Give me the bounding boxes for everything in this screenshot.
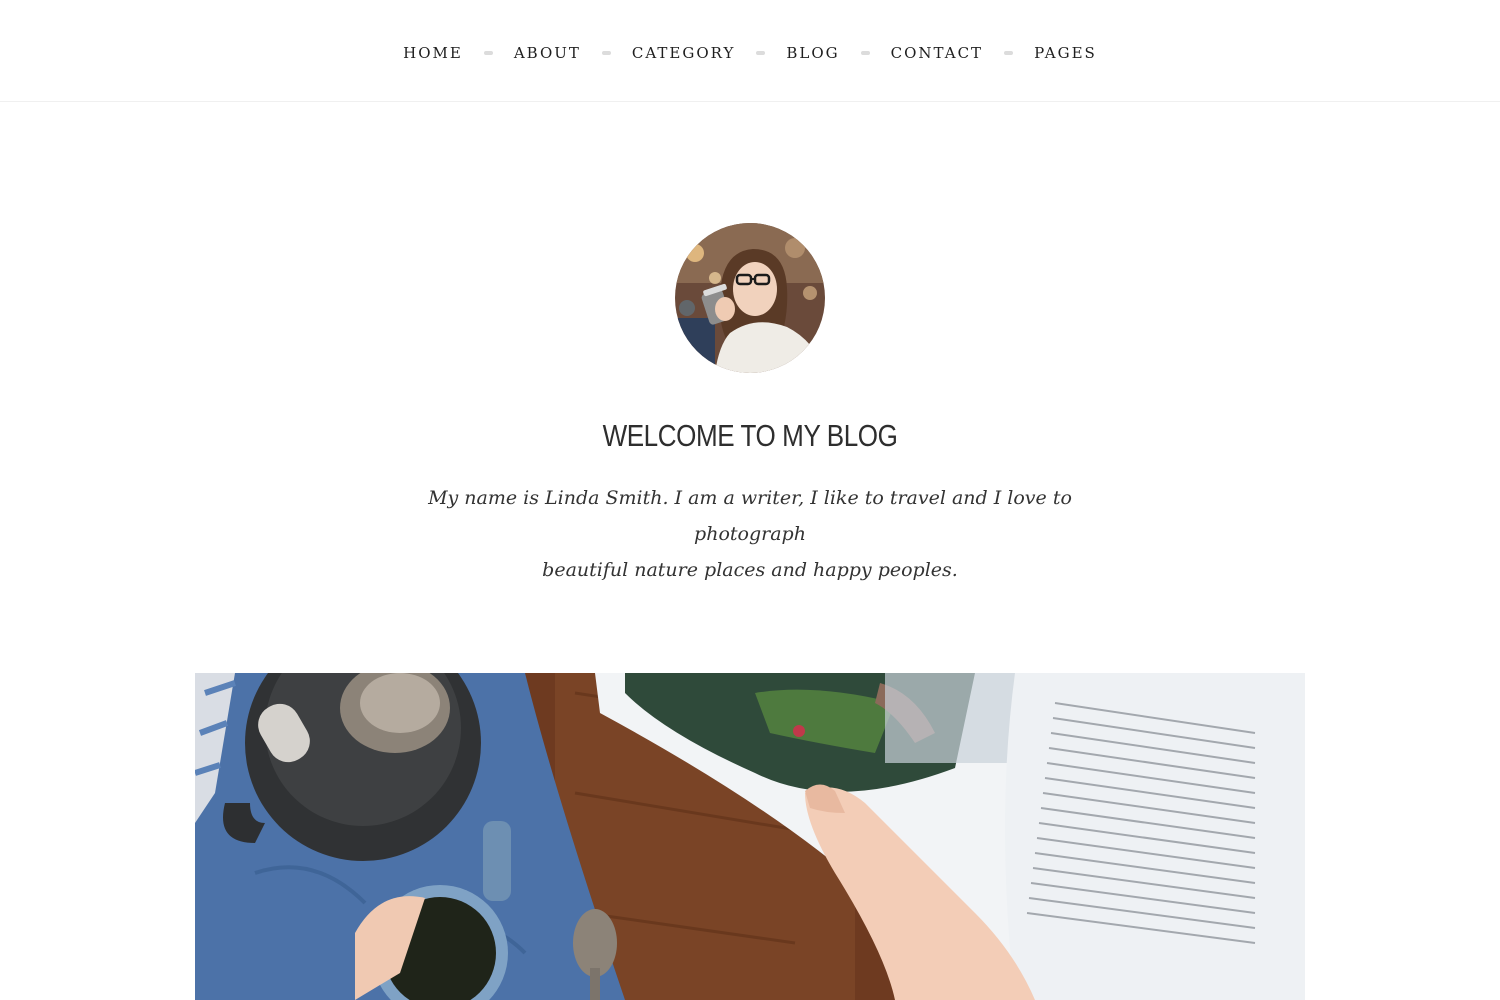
- author-bio-line-2: beautiful nature places and happy people…: [542, 559, 958, 581]
- nav-link-contact[interactable]: CONTACT: [891, 44, 983, 62]
- nav-item-category: CATEGORY: [632, 44, 786, 62]
- nav-link-blog[interactable]: BLOG: [786, 44, 839, 62]
- nav-separator: [860, 51, 870, 55]
- nav-link-category[interactable]: CATEGORY: [632, 44, 735, 62]
- nav-link-pages[interactable]: PAGES: [1034, 44, 1097, 62]
- avatar-photo: [675, 223, 825, 373]
- nav-item-contact: CONTACT: [891, 44, 1034, 62]
- top-navigation: HOME ABOUT CATEGORY BLOG CONTACT PAGES: [0, 0, 1500, 102]
- nav-item-home: HOME: [403, 44, 514, 62]
- page-title: WELCOME TO MY BLOG: [602, 418, 898, 453]
- nav-link-about[interactable]: ABOUT: [514, 44, 581, 62]
- nav-separator: [756, 51, 766, 55]
- nav-separator: [601, 51, 611, 55]
- nav-separator: [1004, 51, 1014, 55]
- author-avatar: [675, 223, 825, 373]
- nav-item-about: ABOUT: [514, 44, 632, 62]
- nav-menu: HOME ABOUT CATEGORY BLOG CONTACT PAGES: [0, 44, 1500, 62]
- featured-photo: [195, 673, 1305, 1000]
- author-bio-line-1: My name is Linda Smith. I am a writer, I…: [428, 487, 1072, 545]
- nav-link-home[interactable]: HOME: [403, 44, 463, 62]
- author-bio: My name is Linda Smith. I am a writer, I…: [380, 480, 1120, 588]
- nav-item-pages: PAGES: [1034, 44, 1097, 62]
- featured-post-image[interactable]: [195, 673, 1305, 1000]
- nav-item-blog: BLOG: [786, 44, 890, 62]
- nav-separator: [483, 51, 493, 55]
